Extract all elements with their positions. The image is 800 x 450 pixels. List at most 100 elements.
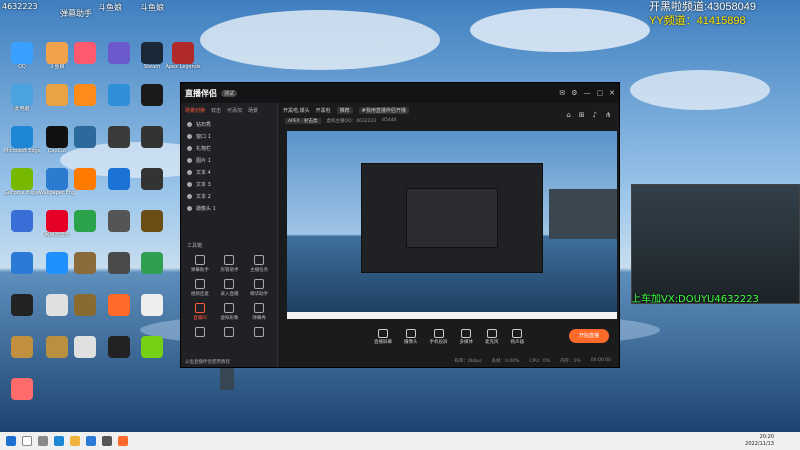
desktop-shortcut[interactable] <box>4 210 40 250</box>
nested-preview-window <box>361 163 543 273</box>
desktop-shortcut[interactable] <box>101 252 137 292</box>
eye-icon[interactable] <box>187 121 192 127</box>
stream-preview[interactable] <box>287 131 617 319</box>
source-control[interactable]: 扬声器 <box>510 329 525 345</box>
desktop-shortcut[interactable]: GeForce Experience <box>4 168 40 208</box>
eye-icon[interactable] <box>187 205 192 211</box>
scene-item[interactable]: 摄像头 1 <box>181 202 277 214</box>
bell-icon[interactable]: ♪ <box>593 111 597 119</box>
desktop-shortcut[interactable] <box>101 84 137 124</box>
tab-double-click[interactable]: 双击 <box>211 107 221 114</box>
share-icon[interactable]: ⋔ <box>605 111 611 119</box>
toolbox-item[interactable]: 主播任务 <box>244 255 274 273</box>
desktop-shortcut[interactable] <box>67 336 103 376</box>
tab-addable[interactable]: 可添加 <box>227 107 242 114</box>
desktop-shortcut[interactable] <box>101 336 137 376</box>
app-taskbar-icon[interactable] <box>86 436 96 446</box>
live-companion-taskbar-icon[interactable] <box>118 436 128 446</box>
desktop-shortcut[interactable] <box>67 210 103 250</box>
toolbox-item[interactable]: 视频连麦 <box>185 279 215 297</box>
link-icon[interactable]: ⊞ <box>579 111 585 119</box>
desktop-shortcut[interactable] <box>101 210 137 250</box>
desktop-shortcut[interactable] <box>67 168 103 208</box>
eye-icon[interactable] <box>187 133 192 139</box>
desktop-shortcut[interactable]: 此电脑 <box>4 84 40 124</box>
eye-icon[interactable] <box>187 193 192 199</box>
source-control[interactable]: 摄像头 <box>404 329 418 345</box>
desktop-shortcut[interactable]: QQ <box>4 42 40 82</box>
toolbox-item[interactable] <box>215 327 245 339</box>
app-taskbar-icon[interactable] <box>102 436 112 446</box>
source-control[interactable]: 多媒体 <box>460 329 473 345</box>
explorer-taskbar-icon[interactable] <box>70 436 80 446</box>
desktop-shortcut[interactable]: Microsoft Edge <box>4 126 40 166</box>
desktop-shortcut[interactable] <box>134 168 170 208</box>
toolbox-item[interactable]: 房管助手 <box>215 255 245 273</box>
system-clock[interactable]: 20:20 2022/11/13 <box>745 434 774 448</box>
tab-scene-switch[interactable]: 场景切换 <box>185 107 205 114</box>
eye-icon[interactable] <box>187 145 192 151</box>
desktop-shortcut[interactable] <box>101 294 137 334</box>
hashtag[interactable]: #我用直播伴侣开播 <box>358 107 409 114</box>
scene-item[interactable]: 图片 1 <box>181 154 277 166</box>
eye-icon[interactable] <box>187 157 192 163</box>
toolbox-item[interactable]: 弹幕助手 <box>185 255 215 273</box>
desktop-shortcut[interactable] <box>4 294 40 334</box>
toolbox-item[interactable]: 录入直播 <box>215 279 245 297</box>
app-icon <box>108 210 130 232</box>
toolbox-item[interactable]: 弹幕秀 <box>244 303 274 321</box>
toolbox-item[interactable]: 精华助手 <box>244 279 274 297</box>
scene-item[interactable]: 窗口 1 <box>181 130 277 142</box>
desktop-shortcut[interactable]: Apex Legends <box>165 42 201 82</box>
desktop-shortcut[interactable] <box>67 294 103 334</box>
source-control[interactable]: 手机投屏 <box>430 329 448 345</box>
start-live-button[interactable]: 开始直播 <box>569 329 609 343</box>
category-tag[interactable]: APEX · 射击类 <box>285 118 321 124</box>
desktop-shortcut[interactable] <box>67 126 103 166</box>
toolbox-item[interactable] <box>185 327 215 339</box>
scene-item[interactable]: 文本 4 <box>181 166 277 178</box>
desktop-shortcut[interactable] <box>134 84 170 124</box>
scene-item[interactable]: 礼物栏 <box>181 142 277 154</box>
tutorial-link[interactable]: 斗鱼直播伴侣使用教程 <box>185 359 230 365</box>
scene-label: 摄像头 1 <box>196 205 216 212</box>
gear-icon[interactable]: ⚙ <box>571 89 577 97</box>
eye-icon[interactable] <box>187 181 192 187</box>
toolbox-item[interactable]: 虚拟形象 <box>215 303 245 321</box>
desktop-shortcut[interactable] <box>134 252 170 292</box>
tab-scene[interactable]: 场景 <box>248 107 258 114</box>
scene-item[interactable]: 文本 2 <box>181 190 277 202</box>
source-control[interactable]: 麦克风 <box>485 329 499 345</box>
close-icon[interactable]: ✕ <box>609 89 615 97</box>
desktop-shortcut[interactable] <box>4 252 40 292</box>
desktop-shortcut[interactable] <box>4 378 40 418</box>
control-label: 扬声器 <box>510 340 525 345</box>
desktop-shortcut[interactable] <box>134 294 170 334</box>
desktop-shortcut[interactable] <box>101 42 137 82</box>
toolbox-item[interactable] <box>244 327 274 339</box>
desktop-shortcut[interactable] <box>67 252 103 292</box>
minimize-icon[interactable]: — <box>584 89 591 97</box>
desktop-shortcut[interactable] <box>134 210 170 250</box>
stream-title[interactable]: 开黑啦,爆头 <box>283 107 310 114</box>
desktop-shortcut[interactable] <box>67 84 103 124</box>
source-control[interactable]: 直播屏幕 <box>374 329 392 345</box>
desktop-shortcut[interactable] <box>101 126 137 166</box>
eye-icon[interactable] <box>187 169 192 175</box>
desktop-shortcut[interactable] <box>4 336 40 376</box>
desktop-shortcut[interactable] <box>67 42 103 82</box>
edge-taskbar-icon[interactable] <box>54 436 64 446</box>
scene-item[interactable]: 文本 3 <box>181 178 277 190</box>
gift-icon[interactable]: ⌂ <box>566 111 570 119</box>
task-view-icon[interactable] <box>38 436 48 446</box>
desktop-shortcut[interactable] <box>134 336 170 376</box>
scene-item[interactable]: 钻石秀 <box>181 118 277 130</box>
search-icon[interactable] <box>22 436 32 446</box>
toolbox-item[interactable]: 直播间 <box>185 303 215 321</box>
recommend-tag[interactable]: 推荐 <box>336 107 353 114</box>
desktop-shortcut[interactable] <box>101 168 137 208</box>
maximize-icon[interactable]: ▢ <box>597 89 604 97</box>
desktop-shortcut[interactable] <box>134 126 170 166</box>
mail-icon[interactable]: ✉ <box>559 89 565 97</box>
start-icon[interactable] <box>6 436 16 446</box>
